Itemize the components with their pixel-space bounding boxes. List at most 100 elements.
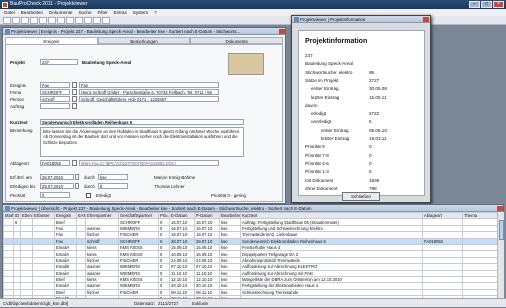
projekt-name: Bauleitung Speck-Areal	[82, 60, 132, 65]
info-content: Projektinformation 237 Bauleitung Speck-A…	[298, 30, 425, 196]
search-icon[interactable]	[39, 17, 47, 24]
prio-hint: Priorität 0 - gering	[211, 193, 246, 198]
uebersicht-table: MarkIDEbeneErfasserEreignisEAPEhrenpartn…	[3, 212, 497, 298]
ereignis-panel-title: Projektviewer | Ereignis - Projekt 237 -…	[3, 28, 285, 35]
erledigen-date-field[interactable]: 29.07.2010	[40, 183, 74, 189]
info-row-value: 1939	[369, 177, 380, 183]
ereignis-label: Ereignis	[10, 83, 26, 88]
vertical-scrollbar[interactable]	[497, 212, 504, 298]
info-row-label: Priorität 9	[305, 144, 325, 150]
info-row-label: erster Eintrag	[321, 127, 349, 133]
person-label: Person	[10, 97, 24, 102]
ereignis-lookup-icon[interactable]	[72, 82, 77, 88]
erfasst-date-field[interactable]: 28.07.2010	[40, 174, 74, 180]
maximize-icon[interactable]: □	[481, 1, 492, 8]
open-icon[interactable]	[12, 17, 20, 24]
scrollbar-thumb[interactable]	[499, 220, 504, 240]
ablageort-label: Ablageort	[10, 161, 29, 166]
ereignis-form: Projekt 237 Bauleitung Speck-Areal Ereig…	[5, 44, 283, 202]
auftrag-field[interactable]	[40, 103, 70, 109]
erf-person-name: Marion König-Böhme	[154, 175, 196, 180]
menu-item-datei[interactable]: Datei	[4, 9, 15, 16]
info-row-value: 2727	[369, 77, 380, 83]
ablageort-field[interactable]: FA018092	[40, 160, 70, 166]
word-document-icon[interactable]	[72, 160, 77, 166]
kurztext-label: Kurztext	[10, 120, 28, 125]
column-header[interactable]: Prio.	[158, 212, 170, 220]
app-title: BauProCheck 2011 - Projektviewer	[10, 1, 88, 7]
firma-lookup-icon[interactable]	[72, 89, 77, 95]
column-header[interactable]: Mark	[3, 212, 14, 220]
info-row-label: Priorität 1-3	[305, 169, 329, 175]
panel-icon	[5, 29, 10, 34]
new-icon[interactable]	[3, 17, 11, 24]
prioritaet-field[interactable]: 0	[40, 192, 70, 198]
menu-item-system[interactable]: System	[133, 9, 148, 16]
info-row-value: 19.03.11	[369, 136, 387, 141]
info-row-value: 09.06.10	[369, 127, 387, 133]
info-row-label: ohne Dokument	[305, 185, 338, 191]
menu-item-filter[interactable]: Filter	[98, 9, 108, 16]
window-controls: – □ ×	[469, 1, 504, 8]
bemerkung-textarea[interactable]: bitte lassen Sie die Änderungen an den R…	[40, 127, 244, 157]
next-record-icon[interactable]	[75, 17, 83, 24]
print-icon[interactable]	[30, 17, 38, 24]
menu-item-suche[interactable]: Suche	[78, 9, 91, 16]
projektinformation-dialog: Projektviewer | Projektinformation Proje…	[291, 15, 431, 203]
first-record-icon[interactable]	[57, 17, 65, 24]
firma-field[interactable]: SCHROFF	[40, 89, 70, 95]
erf-durch-label: durch	[84, 175, 95, 180]
info-icon[interactable]	[93, 17, 101, 24]
info-row-label: unerledigt	[311, 119, 332, 125]
info-row-label: Sätze im Projekt	[305, 77, 339, 83]
auftrag-lookup-icon[interactable]	[72, 103, 77, 109]
exit-icon[interactable]	[102, 17, 110, 24]
calendar-icon[interactable]	[75, 174, 79, 180]
last-record-icon[interactable]	[84, 17, 92, 24]
column-header[interactable]: Ebene	[20, 212, 33, 220]
project-photo	[228, 53, 264, 75]
uebersicht-table-wrap: MarkIDEbeneErfasserEreignisEAPEhrenpartn…	[3, 212, 497, 298]
panel-close-icon[interactable]	[279, 29, 285, 34]
minimize-icon[interactable]: –	[469, 1, 480, 8]
info-row-value: 0	[369, 160, 372, 166]
erledigt-checkbox[interactable]	[86, 193, 91, 198]
info-row-label: letzter Eintrag	[311, 94, 340, 100]
prev-record-icon[interactable]	[66, 17, 74, 24]
kurztext-field[interactable]: Sonderwunsch Elektrorolläden Reihenhaus …	[40, 119, 244, 125]
tab-ereignis[interactable]: Ereignis	[5, 37, 98, 44]
person-field[interactable]: schroff	[40, 96, 70, 102]
erf-label: Erf./Erl. am	[10, 175, 32, 180]
menu-item-help[interactable]: ?	[154, 9, 157, 16]
column-header[interactable]: EAP	[76, 212, 86, 220]
info-row-value: 5	[369, 119, 372, 125]
info-row-label: Priorität 7-8	[305, 152, 329, 158]
person-lookup-icon[interactable]	[72, 96, 77, 102]
info-row-value: 95	[369, 69, 375, 75]
tab-bemerkungen[interactable]: Bemerkungen	[97, 37, 191, 44]
tab-dokumente[interactable]: Dokumente	[190, 37, 284, 44]
erf-durch-field[interactable]: kse	[98, 174, 128, 180]
ereignis-field[interactable]: Fax	[40, 82, 70, 88]
projekt-label: Projekt	[10, 60, 25, 65]
close-icon[interactable]: ×	[493, 1, 504, 8]
info-row-label: erledigt	[311, 111, 327, 117]
schliessen-button[interactable]: Schließen	[342, 192, 380, 201]
erl-person-name: Thomas Lehner	[154, 184, 185, 189]
erl-durch-field[interactable]: tl	[98, 183, 128, 189]
menu-item-bearbeiten[interactable]: Bearbeiten	[21, 9, 43, 16]
menu-item-extras[interactable]: Extras	[114, 9, 127, 16]
projekt-select[interactable]: 237	[40, 59, 78, 65]
uebersicht-panel: Projektviewer | Übersicht - Projekt 237 …	[2, 204, 504, 298]
panel-close-icon[interactable]	[497, 206, 503, 211]
uebersicht-panel-title: Projektviewer | Übersicht - Projekt 237 …	[3, 205, 503, 212]
filter-icon[interactable]	[48, 17, 56, 24]
dialog-close-icon[interactable]	[423, 17, 429, 22]
save-icon[interactable]	[21, 17, 29, 24]
calendar-icon[interactable]	[75, 183, 79, 189]
panel-icon	[5, 206, 10, 211]
menu-item-dokumente[interactable]: Dokumente	[49, 9, 73, 16]
auftrag-label: Auftrag	[10, 104, 25, 109]
column-header[interactable]: Bearbeiter	[219, 212, 241, 220]
info-row-value: 2722	[369, 111, 380, 117]
